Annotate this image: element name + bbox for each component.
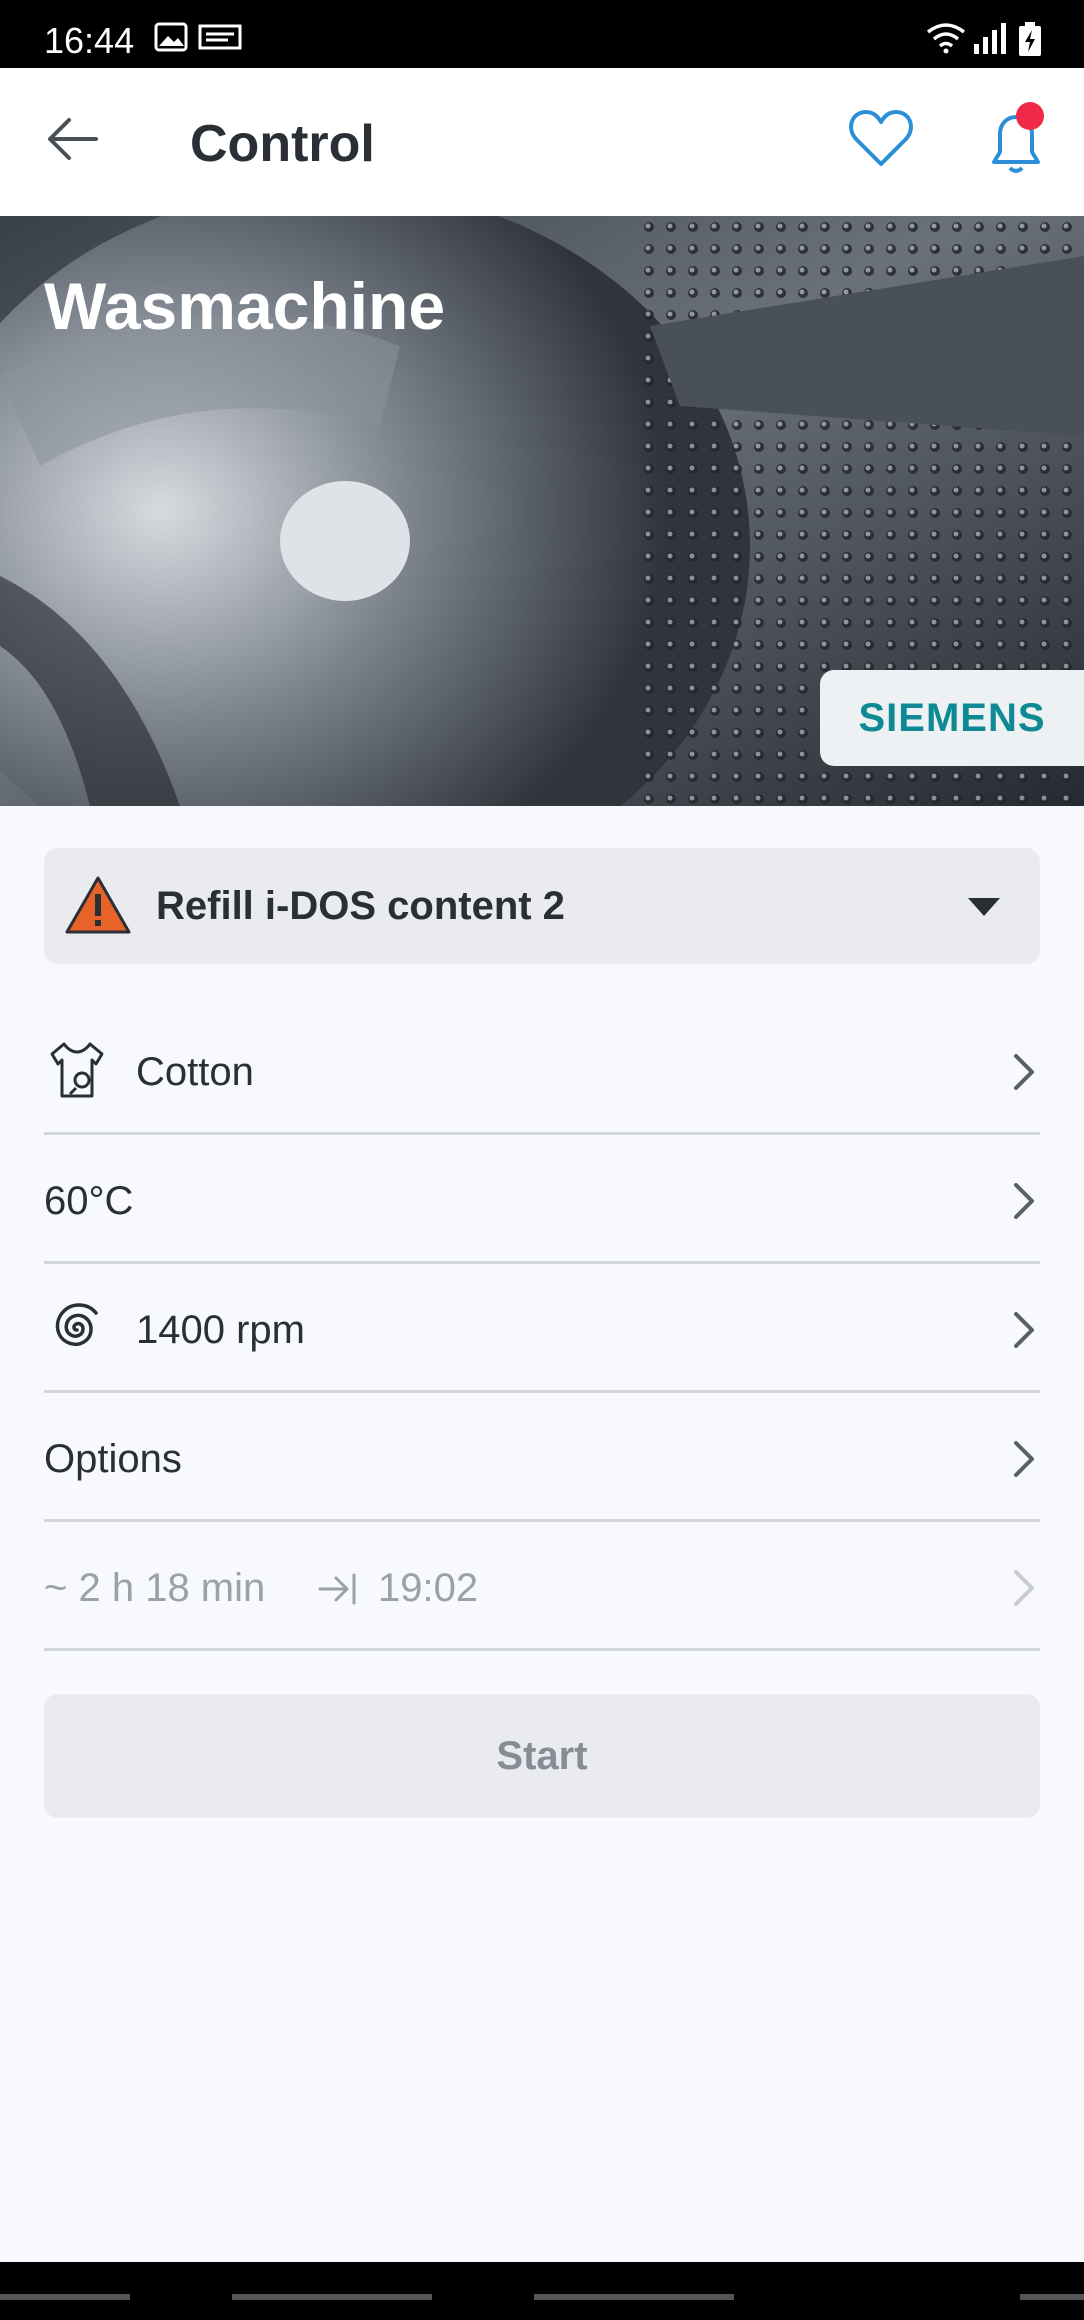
duration-label: ~ 2 h 18 min — [44, 1566, 266, 1610]
image-icon — [154, 22, 188, 52]
spin-icon — [55, 1303, 98, 1346]
alert-banner[interactable]: Refill i-DOS content 2 — [44, 848, 1040, 964]
gesture-handle — [534, 2294, 734, 2300]
chevron-right-icon — [1014, 1441, 1034, 1477]
appliance-hero-image: Wasmachine SIEMENS — [0, 216, 1084, 806]
warning-icon — [65, 876, 131, 934]
end-time-icon — [318, 1573, 356, 1605]
chevron-right-icon — [1014, 1312, 1034, 1348]
signal-icon — [974, 23, 1006, 54]
status-time: 16:44 — [44, 20, 135, 61]
gesture-handle — [232, 2294, 432, 2300]
battery-icon — [1019, 22, 1041, 56]
temperature-row[interactable]: 60°C — [44, 1133, 1040, 1264]
heart-icon[interactable] — [848, 106, 914, 172]
brand-logo: SIEMENS — [820, 670, 1084, 766]
chevron-down-icon[interactable] — [966, 896, 1002, 918]
app-bar: Control — [0, 68, 1084, 216]
system-navigation-bar — [0, 2262, 1084, 2320]
options-row[interactable]: Options — [44, 1391, 1040, 1522]
alert-text: Refill i-DOS content 2 — [156, 884, 565, 928]
wifi-icon — [926, 23, 966, 54]
rtl-nieuws-icon — [198, 24, 242, 50]
duration-row[interactable]: ~ 2 h 18 min 19:02 — [44, 1520, 1040, 1651]
finish-time-label: 19:02 — [378, 1566, 479, 1610]
appliance-name: Wasmachine — [44, 269, 446, 343]
chevron-right-icon — [1014, 1054, 1034, 1090]
page-title: Control — [190, 115, 375, 173]
program-row[interactable]: Cotton — [44, 1004, 1040, 1135]
temperature-label: 60°C — [44, 1179, 134, 1223]
chevron-right-icon — [1014, 1183, 1034, 1219]
chevron-right-icon — [1014, 1570, 1034, 1606]
start-button[interactable]: Start — [44, 1694, 1040, 1818]
gesture-handle — [1020, 2294, 1084, 2300]
spin-row[interactable]: 1400 rpm — [44, 1262, 1040, 1393]
notification-dot — [1016, 102, 1044, 130]
spin-label: 1400 rpm — [136, 1308, 305, 1352]
options-label: Options — [44, 1437, 182, 1481]
status-bar: 16:44 — [0, 0, 1084, 68]
gesture-handle — [0, 2294, 130, 2300]
tshirt-icon — [50, 1042, 104, 1098]
bell-icon[interactable] — [984, 102, 1050, 178]
arrow-left-icon[interactable] — [46, 116, 98, 162]
program-label: Cotton — [136, 1050, 254, 1094]
